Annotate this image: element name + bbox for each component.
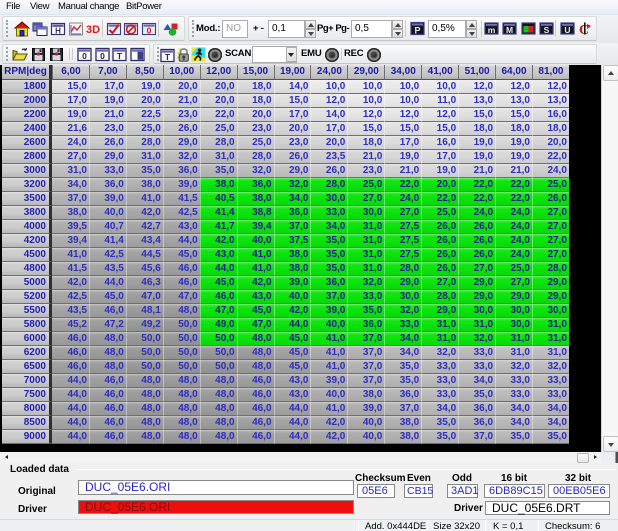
svg-text:U: U bbox=[564, 25, 570, 35]
svg-text:P: P bbox=[414, 26, 420, 36]
svg-text:0: 0 bbox=[147, 26, 152, 36]
svg-text:3D: 3D bbox=[86, 24, 100, 36]
svg-text:0: 0 bbox=[82, 51, 87, 61]
svg-text:M: M bbox=[506, 25, 513, 35]
svg-text:T: T bbox=[117, 51, 123, 61]
svg-text:S: S bbox=[544, 25, 550, 35]
svg-text:m: m bbox=[488, 25, 496, 35]
svg-text:H: H bbox=[55, 26, 61, 35]
svg-text:0: 0 bbox=[100, 51, 105, 61]
svg-text:T: T bbox=[165, 52, 171, 62]
